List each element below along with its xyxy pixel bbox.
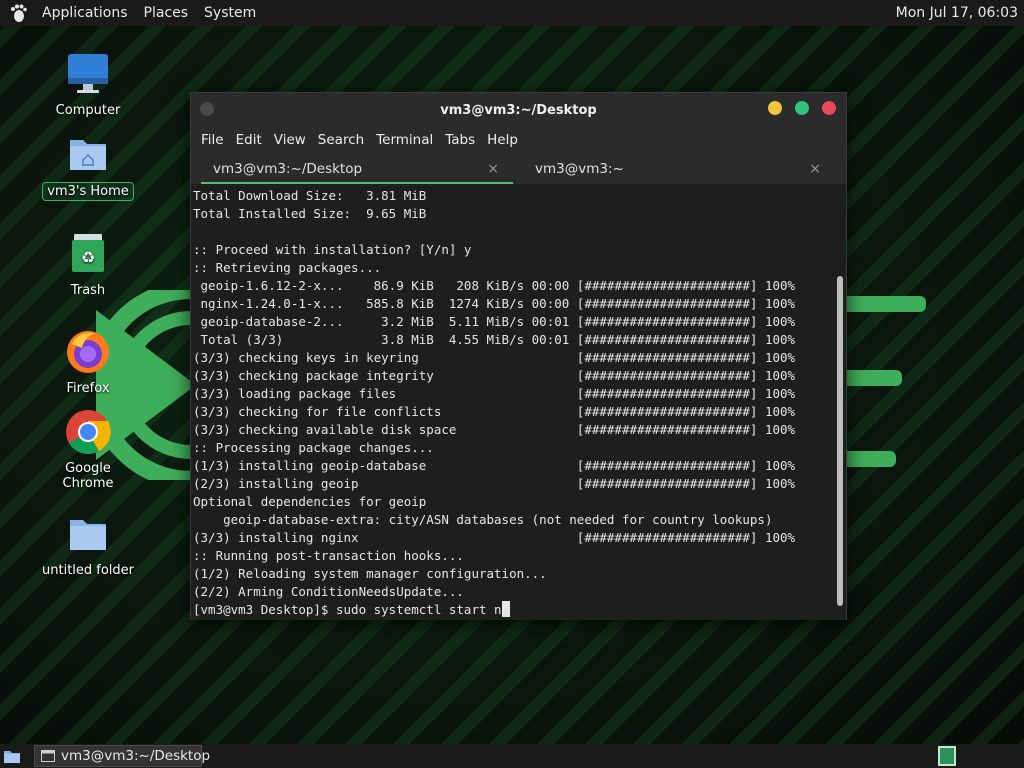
terminal-line: :: Processing package changes... xyxy=(193,440,434,455)
home-folder-icon xyxy=(70,140,106,170)
gnome-foot-icon[interactable] xyxy=(8,3,28,23)
menu-tabs[interactable]: Tabs xyxy=(439,132,481,148)
desktop-icon-label: Google Chrome xyxy=(62,461,114,491)
terminal-line: (1/2) Reloading system manager configura… xyxy=(193,566,547,581)
terminal-line: :: Proceed with installation? [Y/n] y xyxy=(193,242,472,257)
window-titlebar[interactable]: vm3@vm3:~/Desktop xyxy=(191,93,846,127)
menubar: File Edit View Search Terminal Tabs Help xyxy=(191,127,846,153)
prompt-text: [vm3@vm3 Desktop]$ sudo systemctl start … xyxy=(193,602,502,617)
terminal-line: geoip-database-extra: city/ASN databases… xyxy=(193,512,773,527)
terminal-line: :: Retrieving packages... xyxy=(193,260,382,275)
window-title: vm3@vm3:~/Desktop xyxy=(440,103,597,118)
terminal-output[interactable]: Total Download Size: 3.81 MiB Total Insta… xyxy=(191,186,836,620)
terminal-line: Total Download Size: 3.81 MiB xyxy=(193,188,427,203)
desktop-icon-label: Trash xyxy=(70,283,106,298)
terminal-line: Total (3/3) 3.8 MiB 4.55 MiB/s 00:01 [##… xyxy=(193,332,796,347)
bottom-panel: vm3@vm3:~/Desktop xyxy=(0,744,1024,768)
terminal-line: (3/3) checking for file conflicts [#####… xyxy=(193,404,796,419)
terminal-line: Optional dependencies for geoip xyxy=(193,494,427,509)
desktop-icon-untitled-folder[interactable]: untitled folder xyxy=(38,510,138,579)
places-menu[interactable]: Places xyxy=(136,0,197,26)
tab-desktop[interactable]: vm3@vm3:~/Desktop × xyxy=(201,153,513,184)
terminal-line: (3/3) checking package integrity [######… xyxy=(193,368,796,383)
minimize-button[interactable] xyxy=(768,101,782,115)
firefox-icon xyxy=(67,331,109,373)
terminal-line: (2/2) Arming ConditionNeedsUpdate... xyxy=(193,584,464,599)
menu-edit[interactable]: Edit xyxy=(230,132,268,148)
menu-terminal[interactable]: Terminal xyxy=(370,132,439,148)
close-button[interactable] xyxy=(822,101,836,115)
terminal-line: :: Running post-transaction hooks... xyxy=(193,548,464,563)
tab-label: vm3@vm3:~ xyxy=(535,161,624,177)
desktop-icon-trash[interactable]: ♻ Trash xyxy=(38,230,138,299)
terminal-line: geoip-1.6.12-2-x... 86.9 KiB 208 KiB/s 0… xyxy=(193,278,796,293)
terminal-line: (3/3) loading package files [###########… xyxy=(193,386,796,401)
tab-bar: vm3@vm3:~/Desktop × vm3@vm3:~ × xyxy=(191,153,846,185)
system-menu[interactable]: System xyxy=(196,0,264,26)
tab-close-icon[interactable]: × xyxy=(809,153,821,185)
terminal-line: (1/3) installing geoip-database [#######… xyxy=(193,458,796,473)
menu-file[interactable]: File xyxy=(195,132,230,148)
top-panel: Applications Places System Mon Jul 17, 0… xyxy=(0,0,1024,26)
scrollbar-thumb[interactable] xyxy=(837,276,843,606)
applications-menu[interactable]: Applications xyxy=(34,0,136,26)
workspace-switcher[interactable] xyxy=(938,746,956,766)
window-icon xyxy=(41,750,55,762)
terminal-line: (3/3) checking available disk space [###… xyxy=(193,422,796,437)
desktop-icon-label: untitled folder xyxy=(42,563,135,578)
terminal-line: (3/3) checking keys in keyring [########… xyxy=(193,350,796,365)
taskbar-item-label: vm3@vm3:~/Desktop xyxy=(61,748,211,764)
svg-text:♻: ♻ xyxy=(81,248,95,267)
tab-close-icon[interactable]: × xyxy=(487,153,499,185)
show-desktop-icon[interactable] xyxy=(3,747,21,765)
terminal-line: geoip-database-2... 3.2 MiB 5.11 MiB/s 0… xyxy=(193,314,796,329)
terminal-line: nginx-1.24.0-1-x... 585.8 KiB 1274 KiB/s… xyxy=(193,296,796,311)
menu-view[interactable]: View xyxy=(268,132,312,148)
desktop-icon-home[interactable]: vm3's Home xyxy=(38,130,138,201)
terminal-line: Total Installed Size: 9.65 MiB xyxy=(193,206,427,221)
desktop-icon-label: Firefox xyxy=(66,381,110,396)
menu-search[interactable]: Search xyxy=(312,132,370,148)
chrome-icon xyxy=(66,410,111,454)
clock[interactable]: Mon Jul 17, 06:03 xyxy=(896,0,1018,26)
terminal-window: vm3@vm3:~/Desktop File Edit View Search … xyxy=(190,92,847,620)
text-cursor xyxy=(501,601,510,617)
trash-icon: ♻ xyxy=(72,234,104,272)
taskbar-item-terminal[interactable]: vm3@vm3:~/Desktop xyxy=(34,745,210,767)
tab-home[interactable]: vm3@vm3:~ × xyxy=(523,153,835,184)
maximize-button[interactable] xyxy=(795,101,809,115)
desktop-icon-chrome[interactable]: Google Chrome xyxy=(38,408,138,492)
desktop-icon-label: vm3's Home xyxy=(42,182,134,201)
terminal-line: (2/3) installing geoip [################… xyxy=(193,476,796,491)
terminal-prompt[interactable]: [vm3@vm3 Desktop]$ sudo systemctl start … xyxy=(193,601,836,619)
folder-icon xyxy=(70,520,106,550)
tab-label: vm3@vm3:~/Desktop xyxy=(213,161,363,177)
window-menu-icon[interactable] xyxy=(200,102,214,116)
monitor-icon xyxy=(68,54,108,93)
scrollbar[interactable] xyxy=(834,186,846,620)
terminal-line: (3/3) installing nginx [################… xyxy=(193,530,796,545)
desktop-icon-computer[interactable]: Computer xyxy=(38,50,138,119)
menu-help[interactable]: Help xyxy=(481,132,524,148)
desktop-icon-label: Computer xyxy=(55,103,121,118)
desktop-icon-firefox[interactable]: Firefox xyxy=(38,328,138,397)
